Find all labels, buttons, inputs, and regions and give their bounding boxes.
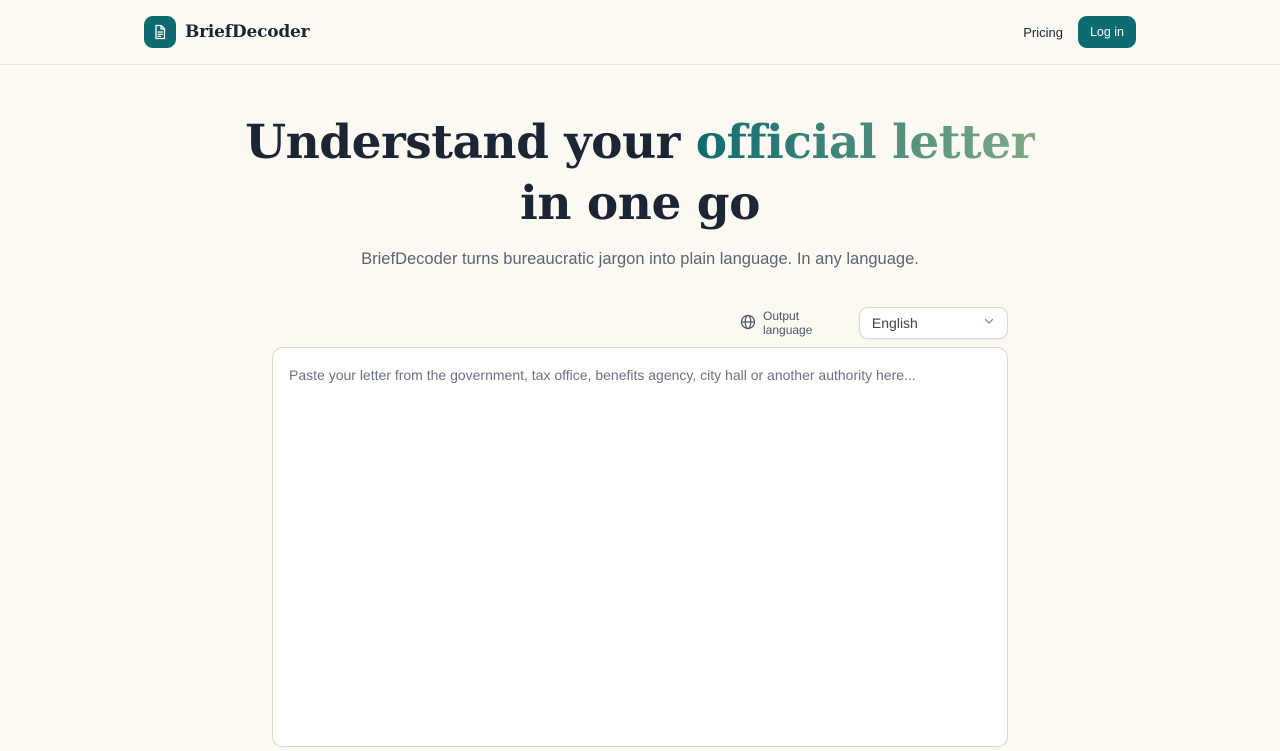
hero-title-accent: official letter [695,115,1036,170]
letter-input-container [272,347,1008,747]
output-language-text: Output language [763,309,813,337]
document-icon [144,16,176,48]
pricing-link[interactable]: Pricing [1023,25,1063,40]
output-language-row: Output language English [740,307,1008,339]
output-language-select[interactable]: English [858,307,1008,339]
hero-title-end: in one go [520,176,760,231]
chevron-down-icon [983,314,995,332]
output-language-label: Output language [740,309,851,337]
letter-text-input[interactable] [273,348,1007,746]
hero-title: Understand your official letter in one g… [240,112,1040,234]
brand-name: BriefDecoder [185,22,310,42]
hero-subtitle: BriefDecoder turns bureaucratic jargon i… [361,250,919,268]
header-nav: Pricing Log in [1023,16,1136,48]
login-button[interactable]: Log in [1077,16,1136,48]
brand-home-link[interactable]: BriefDecoder [144,16,310,48]
output-language-value: English [871,315,918,331]
hero-title-start: Understand your [245,115,696,170]
top-navigation-bar: BriefDecoder Pricing Log in [0,0,1280,65]
globe-icon [740,314,756,333]
